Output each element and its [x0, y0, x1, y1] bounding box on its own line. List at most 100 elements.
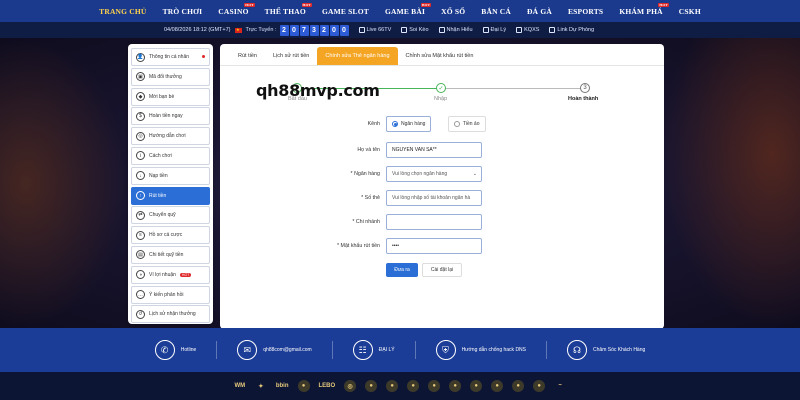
tab-bar: Rút tiền Lịch sử rút tiền Chính sửa Thẻ … — [220, 44, 664, 66]
sidebar-item-reward-history[interactable]: ↺ Lịch sử nhận thưởng — [131, 305, 210, 324]
card-number-field[interactable]: Vui lòng nhập số tài khoản ngân hà — [386, 190, 482, 206]
tab-withdraw[interactable]: Rút tiền — [230, 47, 265, 65]
bank-label: * Ngân hàng — [350, 171, 380, 177]
sidebar-item-label: Hướng dẫn chơi — [149, 133, 186, 140]
odds-link[interactable]: Soi Kèo — [401, 27, 429, 33]
nav-item-slot[interactable]: GAME SLOT — [314, 7, 377, 16]
partner-logo: ● — [297, 380, 310, 392]
partner-logo: ◎ — [344, 380, 357, 392]
nav-label: TRANG CHỦ — [99, 6, 147, 16]
sidebar-item-how-to-play[interactable]: i Cách chơi — [131, 146, 210, 165]
step-2-label: Nhập — [434, 96, 448, 102]
divider — [331, 341, 333, 359]
divider — [546, 341, 548, 359]
sidebar-item-profit-wallet[interactable]: ◑ Ví lợi nhuận HOT — [131, 265, 210, 284]
nav-item-lottery[interactable]: XỔ SỐ — [433, 7, 473, 16]
record-icon: ≡ — [136, 230, 145, 240]
step-3-label: Hoàn thành — [568, 96, 599, 102]
sidebar-item-transfer[interactable]: ⇄ Chuyển quỹ — [131, 206, 210, 225]
radio-selected-icon — [392, 121, 398, 127]
submit-button[interactable]: Đưa ra — [386, 263, 418, 277]
nav-item-card-games[interactable]: GAME BÀI HOT — [377, 2, 433, 16]
reset-button[interactable]: Cài đặt lại — [422, 263, 462, 277]
transfer-icon: ⇄ — [136, 210, 145, 220]
sidebar-item-label: Cách chơi — [149, 152, 172, 159]
nav-item-support[interactable]: CSKH — [671, 7, 709, 16]
nav-item-fishing[interactable]: BẮN CÁ — [473, 7, 519, 16]
radio-unselected-icon — [454, 121, 460, 127]
partner-logo: WM — [234, 383, 246, 389]
nav-label: GAME BÀI — [384, 6, 426, 16]
footer-label: Chăm Sóc Khách Hàng — [593, 347, 646, 353]
sidebar-item-guide[interactable]: ◎ Hướng dẫn chơi — [131, 127, 210, 146]
nav-item-cockfight[interactable]: ĐÁ GÀ — [519, 7, 560, 16]
tab-edit-bank-card[interactable]: Chính sửa Thẻ ngân hàng — [317, 47, 398, 65]
sidebar-item-fund-detail[interactable]: ▤ Chi tiết quỹ tiền — [131, 245, 210, 264]
sidebar-item-withdraw[interactable]: ↑ Rút tiền — [131, 186, 210, 205]
sidebar-item-label: Lịch sử nhận thưởng — [149, 311, 196, 318]
footer-agent[interactable]: ☷ ĐẠI LÝ — [352, 340, 395, 360]
sidebar-item-label: Mã đổi thưởng — [149, 73, 182, 80]
nav-item-casino[interactable]: CASINO HOT — [210, 2, 256, 16]
watermark-domain: qh88mvp.com — [256, 81, 380, 100]
footer-customer-care[interactable]: ☊ Chăm Sóc Khách Hàng — [567, 340, 645, 360]
sidebar-item-label: Thông tin cá nhân — [149, 54, 190, 60]
link-label: KQXS — [524, 27, 540, 33]
nav-item-explore[interactable]: KHÁM PHÁ HOT — [611, 2, 670, 16]
footer-hotline[interactable]: ✆ Hotline — [154, 340, 197, 360]
partner-logo: ● — [491, 380, 504, 392]
datetime: 04/08/2026 18:12 (GMT+7) — [164, 27, 231, 33]
tab-edit-withdraw-password[interactable]: Chỉnh sửa Mật khẩu rút tiền — [398, 47, 482, 65]
sidebar-item-feedback[interactable]: … Ý kiến phản hồi — [131, 285, 210, 304]
sidebar-item-reward-code[interactable]: ▣ Mã đổi thưởng — [131, 67, 210, 86]
sidebar-item-invite[interactable]: ◆ Mời bạn bè — [131, 87, 210, 106]
agent-link[interactable]: Đại Lý — [482, 27, 506, 33]
partner-logo: ● — [512, 380, 525, 392]
vietnam-flag-icon[interactable] — [234, 27, 242, 33]
hot-badge: HOT — [244, 2, 255, 7]
nav-label: TRÒ CHƠI — [162, 6, 203, 16]
partner-logos: WM ✦ bbin ● LEBO ◎ ● ● ● ● ● ● ● ● ● ~ — [0, 372, 800, 400]
name-label: Họ và tên — [357, 147, 380, 153]
counter-digit: 3 — [309, 24, 319, 36]
link-label: Nhận Hiểu — [446, 27, 473, 33]
channel-option-bank[interactable]: Ngân hàng — [386, 116, 432, 132]
withdraw-password-field[interactable]: •••• — [386, 238, 482, 254]
step-3-circle: 3 — [580, 83, 590, 93]
partner-logo: ● — [407, 380, 420, 392]
nav-label: KHÁM PHÁ — [619, 6, 663, 16]
gamepad-icon: ◎ — [136, 131, 145, 141]
name-field[interactable]: NGUYEN VAN SA** — [386, 142, 482, 158]
footer-label: Hướng dẫn chống hack DNS — [461, 347, 527, 353]
link-label: Live 66TV — [366, 27, 392, 33]
sidebar-item-refund[interactable]: $ Hoàn tiền ngay — [131, 107, 210, 126]
counter-digit: 0 — [329, 24, 339, 36]
tab-withdraw-history[interactable]: Lịch sử rút tiền — [265, 47, 317, 65]
trophy-icon — [438, 27, 445, 33]
live-tv-link[interactable]: Live 66TV — [358, 27, 392, 33]
nav-label: THỂ THAO — [264, 6, 306, 16]
branch-field[interactable] — [386, 214, 482, 230]
nav-item-sports[interactable]: THỂ THAO HOT — [257, 2, 314, 16]
chevron-down-icon: ⌄ — [472, 171, 477, 177]
sidebar-item-deposit[interactable]: ↓ Nạp tiền — [131, 166, 210, 185]
channel-option-crypto[interactable]: Tiền ảo — [448, 116, 486, 132]
understand-link[interactable]: Nhận Hiểu — [438, 27, 473, 33]
sidebar-item-bet-record[interactable]: ≡ Hồ sơ cá cược — [131, 226, 210, 245]
bank-select[interactable]: Vui lòng chọn ngân hàng ⌄ — [386, 166, 482, 182]
footer-email[interactable]: ✉ qh88com@gmail.com — [237, 340, 312, 360]
user-icon: 👤 — [136, 52, 145, 62]
nav-item-games[interactable]: TRÒ CHƠI — [155, 7, 211, 16]
partner-logo: bbin — [275, 383, 289, 389]
footer-anti-hack[interactable]: ⛨ Hướng dẫn chống hack DNS — [435, 340, 527, 360]
sidebar-item-profile[interactable]: 👤 Thông tin cá nhân — [131, 48, 210, 66]
nav-item-home[interactable]: TRANG CHỦ — [91, 7, 154, 16]
card-number-label: * Số thẻ — [361, 195, 380, 201]
lottery-result-link[interactable]: KQXS — [516, 27, 539, 33]
handshake-icon: ☷ — [352, 340, 373, 360]
footer-label: Hotline — [180, 347, 197, 353]
nav-item-esports[interactable]: ESPORTS — [560, 7, 611, 16]
link-label: Link Dự Phòng — [557, 27, 595, 33]
backup-link[interactable]: Link Dự Phòng — [549, 27, 594, 33]
option-label: Ngân hàng — [401, 121, 426, 127]
